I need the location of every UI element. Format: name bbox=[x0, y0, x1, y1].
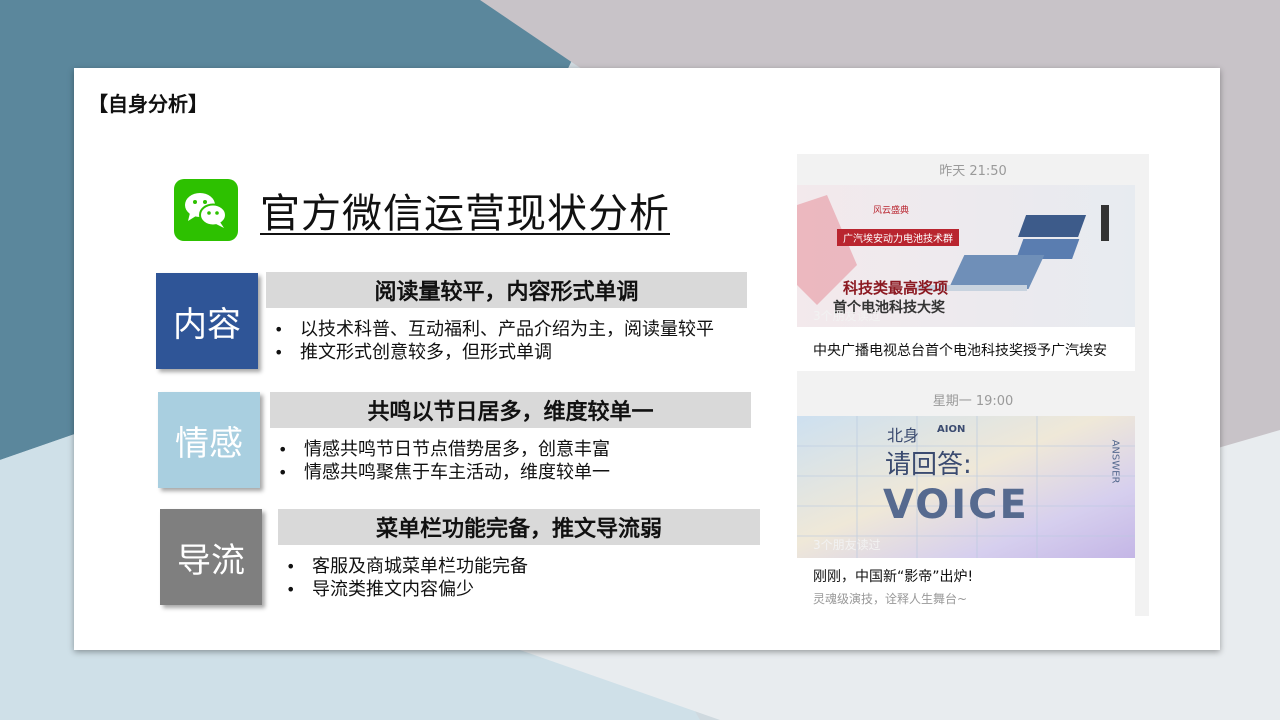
post-caption: 中央广播电视总台首个电池科技奖授予广汽埃安 bbox=[813, 343, 1107, 359]
cover-brand: 北身 bbox=[887, 426, 920, 445]
block-heading: 共鸣以节日居多，维度较单一 bbox=[270, 392, 751, 428]
bullet-item: 情感共鸣节日节点借势居多，创意丰富 bbox=[274, 438, 610, 461]
post-cover-image[interactable]: 广汽埃安动力电池技术群 风云盛典 科技类最高奖项 首个电池科技大奖 3个朋友读过 bbox=[797, 185, 1135, 327]
cover-logo: AION bbox=[937, 424, 966, 435]
bullet-item: 推文形式创意较多，但形式单调 bbox=[270, 341, 714, 364]
post-caption-box[interactable]: 刚刚，中国新“影帝”出炉! 灵魂级演技，诠释人生舞台~ bbox=[797, 558, 1135, 616]
cover-headline: 请回答: bbox=[885, 450, 972, 480]
post-timestamp: 昨天 21:50 bbox=[939, 164, 1007, 179]
bullet-list: 客服及商城菜单栏功能完备 导流类推文内容偏少 bbox=[282, 555, 528, 601]
wechat-icon bbox=[174, 179, 238, 241]
post-caption: 刚刚，中国新“影帝”出炉! bbox=[813, 569, 974, 585]
content-card: 【自身分析】 官方微信运营现状分析 内容 阅读量较平，内容形式单调 以技术科普、… bbox=[74, 68, 1220, 650]
bullet-item: 以技术科普、互动福利、产品介绍为主，阅读量较平 bbox=[270, 318, 714, 341]
page-title: 官方微信运营现状分析 bbox=[260, 191, 670, 237]
cover-banner: 广汽埃安动力电池技术群 bbox=[837, 229, 959, 246]
bullet-item: 客服及商城菜单栏功能完备 bbox=[282, 555, 528, 578]
section-tag: 【自身分析】 bbox=[88, 92, 208, 116]
post-caption-box[interactable]: 中央广播电视总台首个电池科技奖授予广汽埃安 bbox=[797, 327, 1135, 371]
bullet-list: 情感共鸣节日节点借势居多，创意丰富 情感共鸣聚焦于车主活动，维度较单一 bbox=[274, 438, 610, 484]
friends-read-label: 3个朋友读过 bbox=[813, 538, 881, 552]
bullet-item: 导流类推文内容偏少 bbox=[282, 578, 528, 601]
bullet-item: 情感共鸣聚焦于车主活动，维度较单一 bbox=[274, 461, 610, 484]
wechat-feed-screenshot: 昨天 21:50 广汽埃安动力电池技术群 风云盛典 科技类最高奖项 首个电池科技… bbox=[797, 154, 1149, 616]
block-heading: 阅读量较平，内容形式单调 bbox=[266, 272, 747, 308]
post-subcaption: 灵魂级演技，诠释人生舞台~ bbox=[813, 592, 968, 606]
tile-emotion: 情感 bbox=[158, 392, 260, 488]
tile-traffic: 导流 bbox=[160, 509, 262, 605]
cover-headline: 科技类最高奖项 bbox=[843, 279, 949, 297]
cover-side-text: ANSWER bbox=[1109, 439, 1121, 484]
cover-voice-text: VOICE bbox=[883, 482, 1029, 528]
title-row: 官方微信运营现状分析 bbox=[174, 178, 670, 242]
cover-brand: 风云盛典 bbox=[873, 206, 910, 216]
friends-read-label: 3个朋友读过 bbox=[813, 309, 881, 323]
post-timestamp: 星期一 19:00 bbox=[932, 394, 1014, 409]
tile-content: 内容 bbox=[156, 273, 258, 369]
block-heading: 菜单栏功能完备，推文导流弱 bbox=[278, 509, 760, 545]
post-cover-image[interactable]: 请回答: VOICE 北身 AION ANSWER 3个朋友读过 bbox=[797, 416, 1135, 558]
bullet-list: 以技术科普、互动福利、产品介绍为主，阅读量较平 推文形式创意较多，但形式单调 bbox=[270, 318, 714, 364]
